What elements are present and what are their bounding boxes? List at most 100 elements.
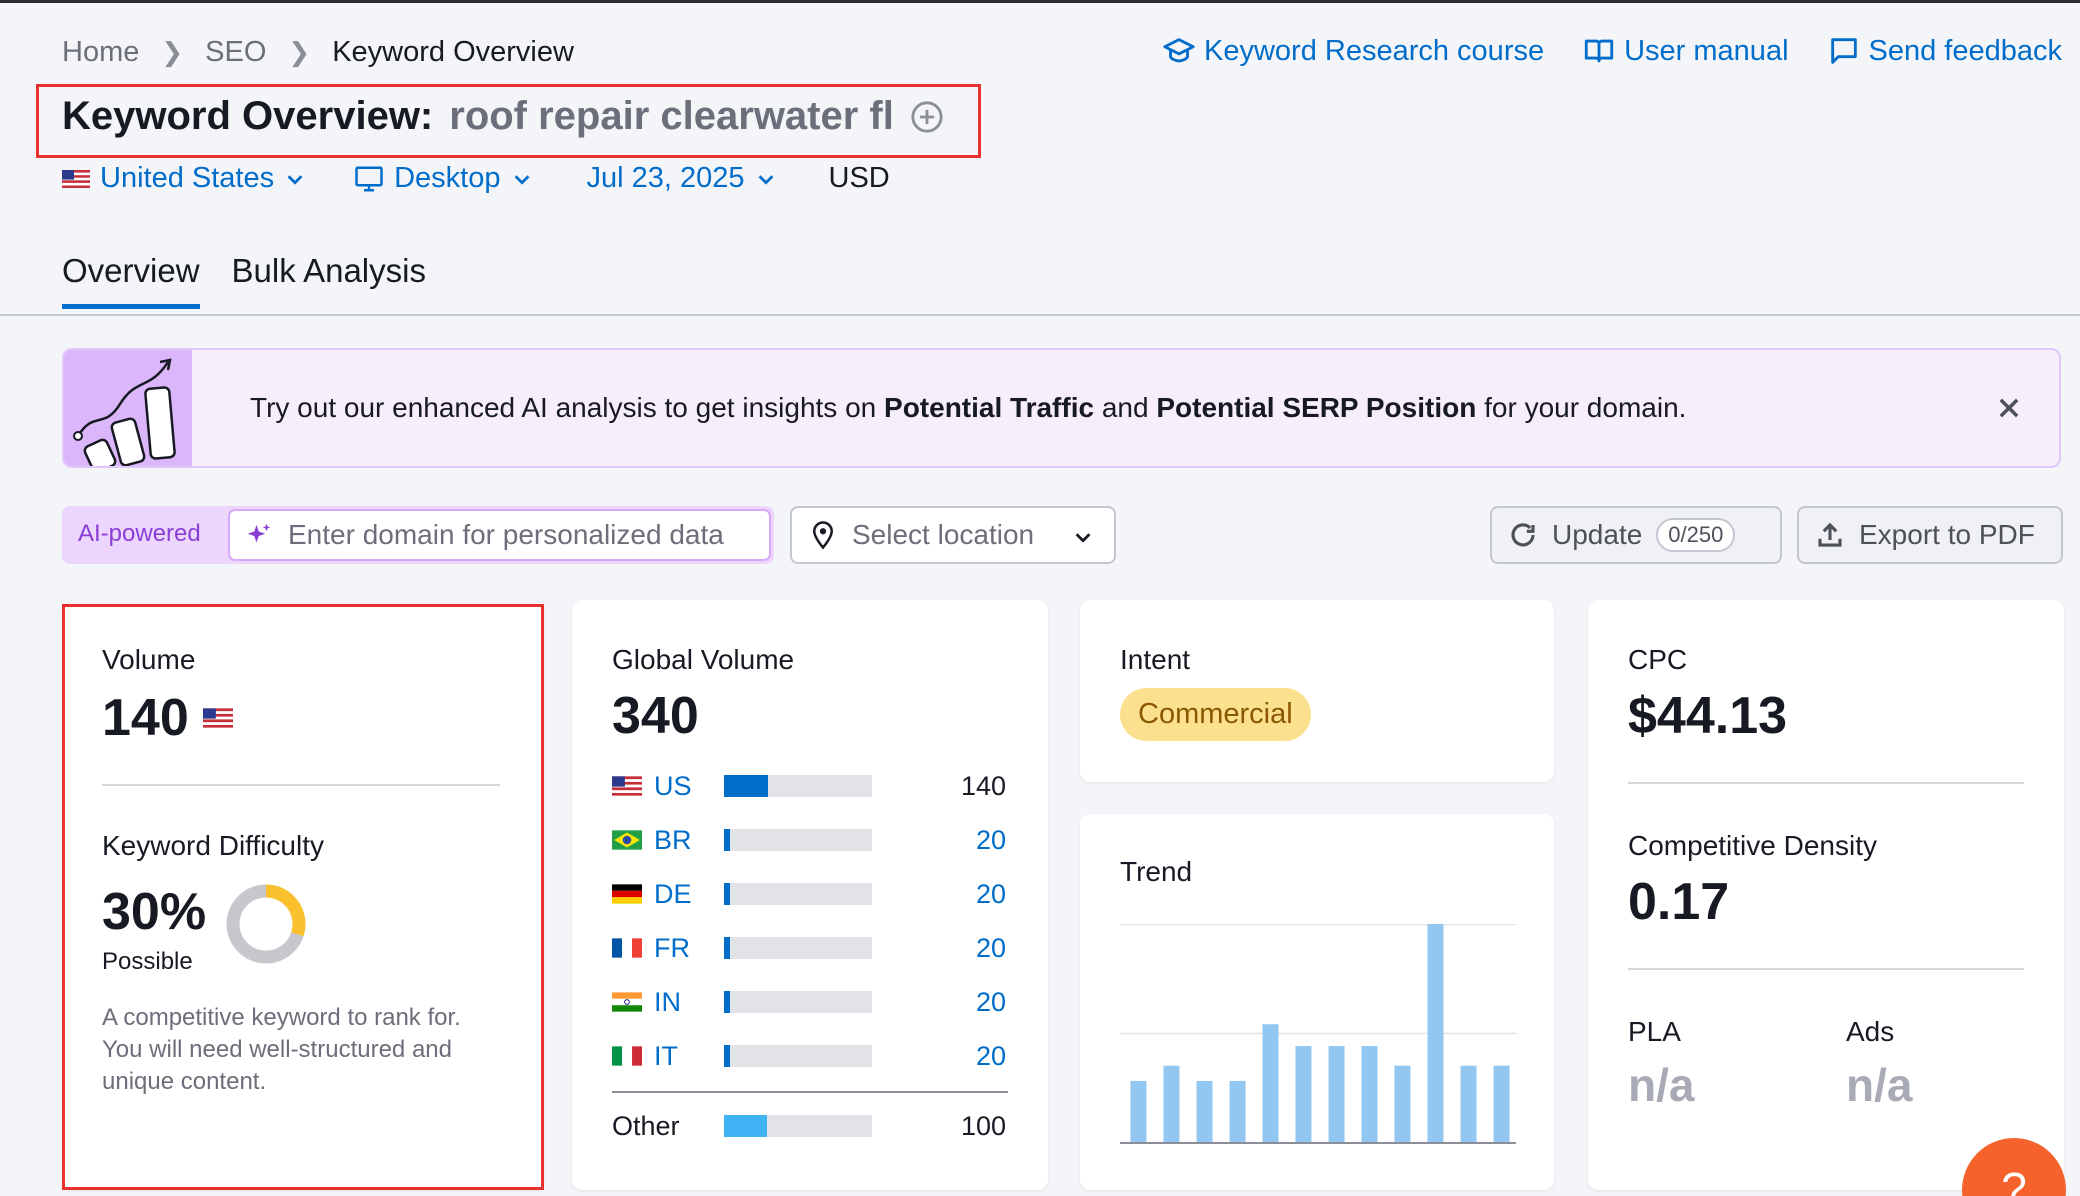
cpc-value: $44.13 (1628, 687, 1788, 745)
share-bar (724, 883, 872, 905)
top-links: Keyword Research course User manual Send… (1162, 34, 2062, 68)
trend-bar[interactable] (1427, 924, 1444, 1142)
country-volume[interactable]: 20 (976, 933, 1006, 964)
breadcrumb-home[interactable]: Home (62, 36, 139, 69)
gv-divider (612, 1091, 1008, 1093)
brazil-flag-icon (612, 830, 642, 850)
share-bar (724, 775, 872, 797)
country-code[interactable]: IN (654, 987, 724, 1018)
country-code[interactable]: BR (654, 825, 724, 856)
banner-text-part-2: and (1094, 392, 1157, 423)
country-row-br: BR 20 (612, 824, 1006, 856)
cpc-divider (1628, 782, 2024, 784)
close-icon[interactable] (1995, 394, 2023, 422)
other-label: Other (612, 1110, 680, 1141)
breadcrumb-seo[interactable]: SEO (205, 36, 266, 69)
course-link-label: Keyword Research course (1204, 34, 1545, 67)
other-volume: 100 (960, 1110, 1006, 1141)
device-select[interactable]: Desktop (354, 162, 532, 195)
cpc-label: CPC (1628, 644, 1688, 675)
feedback-link-label: Send feedback (1868, 34, 2062, 67)
trend-bar[interactable] (1460, 1065, 1477, 1142)
location-select[interactable]: Select location (790, 506, 1116, 564)
share-bar (724, 1045, 872, 1067)
sparkle-icon (247, 523, 271, 543)
share-bar-fill (724, 883, 730, 905)
send-feedback-link[interactable]: Send feedback (1827, 34, 2062, 68)
book-icon (1584, 39, 1614, 63)
trend-bar[interactable] (1196, 1080, 1213, 1142)
country-volume: 140 (960, 770, 1006, 801)
country-row-other: Other 100 (612, 1110, 1006, 1142)
intent-label: Intent (1120, 644, 1191, 675)
country-row-it: IT 20 (612, 1040, 1006, 1072)
country-code[interactable]: IT (654, 1041, 724, 1072)
user-manual-link[interactable]: User manual (1582, 34, 1789, 68)
ai-powered-label: AI-powered (78, 520, 201, 547)
italy-flag-icon (612, 1046, 642, 1066)
chevron-right-icon: ❯ (288, 37, 311, 67)
share-bar-fill (724, 775, 769, 797)
share-bar (724, 1115, 872, 1137)
cpc-divider (1628, 968, 2024, 970)
germany-flag-icon (612, 884, 642, 904)
share-bar-fill (724, 1045, 730, 1067)
us-flag-icon (62, 169, 90, 188)
export-pdf-button[interactable]: Export to PDF (1797, 506, 2063, 564)
country-code[interactable]: US (654, 771, 724, 802)
country-code[interactable]: DE (654, 879, 724, 910)
country-select[interactable]: United States (62, 162, 306, 195)
refresh-icon (1511, 523, 1535, 547)
country-row-de: DE 20 (612, 878, 1006, 910)
country-code[interactable]: FR (654, 933, 724, 964)
share-bar-fill (724, 829, 730, 851)
manual-link-label: User manual (1624, 34, 1789, 67)
country-volume[interactable]: 20 (976, 879, 1006, 910)
currency-label: USD (828, 162, 890, 194)
country-volume[interactable]: 20 (976, 1041, 1006, 1072)
trend-bar[interactable] (1229, 1080, 1246, 1142)
date-select[interactable]: Jul 23, 2025 (587, 162, 777, 195)
domain-input[interactable] (288, 519, 768, 551)
country-row-in: IN 20 (612, 986, 1006, 1018)
title-prefix: Keyword Overview: (62, 94, 434, 138)
trend-bar[interactable] (1328, 1046, 1345, 1142)
share-bar-fill (724, 991, 730, 1013)
trend-bar[interactable] (1130, 1080, 1147, 1142)
france-flag-icon (612, 938, 642, 958)
tab-overview[interactable]: Overview (62, 252, 200, 309)
trend-bar[interactable] (1262, 1024, 1279, 1142)
banner-text: Try out our enhanced AI analysis to get … (250, 392, 1686, 424)
tab-bulk-analysis[interactable]: Bulk Analysis (232, 252, 426, 309)
ai-domain-search: AI-powered (62, 506, 774, 564)
domain-input-wrapper (228, 509, 771, 561)
desktop-icon (355, 166, 383, 191)
pla-label: PLA (1628, 1016, 1681, 1047)
country-volume[interactable]: 20 (976, 825, 1006, 856)
density-label: Competitive Density (1628, 830, 1877, 861)
tabs-divider (0, 314, 2080, 316)
window-top-border (0, 0, 2080, 3)
chevron-down-icon (1075, 533, 1091, 543)
update-button[interactable]: Update 0/250 (1490, 506, 1782, 564)
trend-bar[interactable] (1394, 1065, 1411, 1142)
trend-bar[interactable] (1163, 1065, 1180, 1142)
banner-text-part-1: Try out our enhanced AI analysis to get … (250, 392, 885, 423)
share-bar-fill (724, 1115, 767, 1137)
tabs: Overview Bulk Analysis (62, 252, 426, 309)
trend-bar[interactable] (1493, 1065, 1510, 1142)
date-label: Jul 23, 2025 (586, 162, 745, 194)
country-row-us: US 140 (612, 770, 1006, 802)
cpc-card: CPC $44.13 Competitive Density 0.17 PLA … (1588, 600, 2064, 1190)
volume-highlight-box (62, 604, 544, 1190)
country-volume[interactable]: 20 (976, 987, 1006, 1018)
trend-label: Trend (1120, 856, 1193, 887)
global-volume-label: Global Volume (612, 644, 795, 675)
trend-bar[interactable] (1361, 1046, 1378, 1142)
banner-bold-potential-serp: Potential SERP Position (1156, 392, 1477, 423)
banner-bold-potential-traffic: Potential Traffic (884, 392, 1095, 423)
keyword-research-course-link[interactable]: Keyword Research course (1162, 34, 1544, 68)
intent-badge: Commercial (1120, 688, 1311, 741)
add-keyword-icon[interactable] (910, 100, 944, 134)
trend-bar[interactable] (1295, 1046, 1312, 1142)
